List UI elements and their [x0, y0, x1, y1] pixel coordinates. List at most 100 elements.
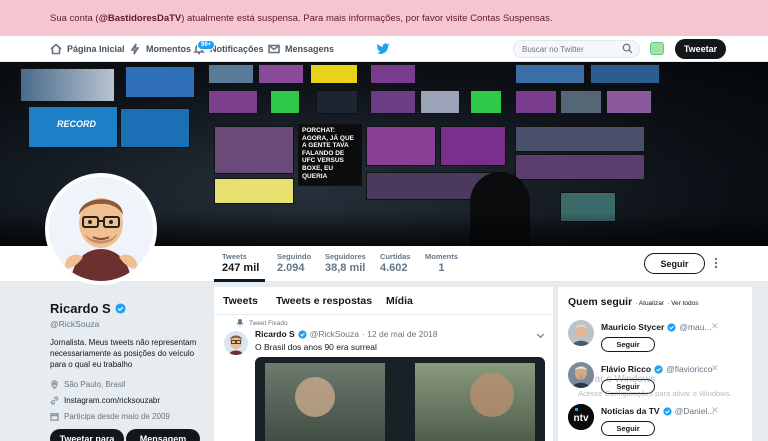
suggestion-follow-button[interactable]: Seguir: [601, 337, 655, 352]
avatar-illustration: [49, 177, 153, 281]
profile-name: Ricardo S: [50, 301, 126, 316]
tab-tweets[interactable]: Tweets: [223, 295, 258, 307]
banner-caption-line: AGORA, JÁ QUE: [302, 134, 355, 142]
nav-home-label: Página Inicial: [67, 44, 125, 54]
suggestion-handle[interactable]: @flavioricco: [666, 364, 712, 374]
profile-joined-text: Participa desde maio de 2009: [64, 412, 170, 421]
dismiss-icon[interactable]: ✕: [711, 363, 719, 374]
banner-caption-line: FALANDO DE: [302, 149, 345, 157]
stat-label: Curtidas: [380, 252, 411, 261]
suggestion-handle[interactable]: @mau...: [679, 322, 711, 332]
stat-moments[interactable]: Moments 1: [425, 252, 458, 274]
nav-moments[interactable]: Momentos: [129, 36, 191, 62]
suggestion-name[interactable]: Mauricio Stycer: [601, 322, 664, 332]
banner-monitor: [440, 126, 506, 166]
more-options-icon[interactable]: [714, 256, 718, 270]
tweet-author-handle[interactable]: @RickSouza: [310, 329, 359, 339]
suspension-alert: Sua conta (@BastidoresDaTV) atualmente e…: [0, 0, 768, 36]
twitter-bird-icon[interactable]: [376, 42, 390, 56]
banner-monitor: [420, 90, 460, 114]
nav-messages[interactable]: Mensagens: [268, 36, 334, 62]
dismiss-icon[interactable]: ✕: [711, 405, 719, 416]
nav-messages-label: Mensagens: [285, 44, 335, 54]
message-button[interactable]: Mensagem: [126, 429, 200, 441]
tweet-avatar[interactable]: [224, 331, 248, 355]
tweet-header: Ricardo S @RickSouza · 12 de mai de 2018: [255, 329, 438, 339]
suggestion-name-row: Mauricio Stycer @mau...: [601, 322, 712, 332]
verified-badge-icon: [667, 322, 676, 332]
verified-badge-icon: [298, 329, 307, 339]
banner-monitor: [208, 90, 258, 114]
banner-caption-line: BOXE, EU: [302, 164, 334, 172]
link-icon: [50, 396, 59, 405]
banner-monitor: [310, 64, 358, 84]
profile-joined: Participa desde maio de 2009: [50, 412, 170, 421]
nav-notifications-label: Notificações: [210, 44, 264, 54]
suggestion-follow-button[interactable]: Seguir: [601, 421, 655, 436]
banner-monitor: [214, 178, 294, 204]
refresh-link[interactable]: · Atualizar: [635, 300, 664, 307]
tweet-author-name[interactable]: Ricardo S: [255, 329, 295, 339]
alert-handle[interactable]: @BastidoresDaTV: [99, 13, 182, 24]
alert-suffix[interactable]: ) atualmente está suspensa. Para mais in…: [181, 13, 552, 24]
search-icon[interactable]: [622, 43, 633, 54]
suggestion-name[interactable]: Notícias da TV: [601, 406, 660, 416]
stat-label: Tweets: [222, 252, 247, 261]
search-input[interactable]: [513, 40, 640, 58]
tweet-date[interactable]: · 12 de mai de 2018: [362, 329, 438, 339]
banner-caption-screen: PORCHAT: AGORA, JÁ QUE A GENTE TAVA FALA…: [298, 124, 362, 186]
banner-monitor: [316, 90, 358, 114]
tweet-to-button[interactable]: Tweetar para: [50, 429, 124, 441]
profile-website[interactable]: Instagram.com/ricksouzabr: [50, 396, 160, 405]
suggestion-avatar[interactable]: [568, 320, 594, 346]
banner-monitor: [125, 66, 195, 98]
suggestion-handle[interactable]: @Daniel...: [675, 406, 715, 416]
suggestion-avatar[interactable]: ntv: [568, 404, 594, 430]
banner-monitor: [370, 64, 416, 84]
calendar-icon: [50, 412, 59, 421]
lightning-icon: [130, 43, 140, 55]
nav-home[interactable]: Página Inicial: [50, 36, 125, 62]
suggestion-name[interactable]: Flávio Ricco: [601, 364, 651, 374]
active-stat-underline: [214, 279, 265, 282]
tab-media[interactable]: Mídia: [386, 295, 413, 307]
stat-followers[interactable]: Seguidores 38,8 mil: [325, 252, 366, 274]
media-person-left: [295, 377, 335, 417]
banner-monitor: [590, 64, 660, 84]
profile-handle[interactable]: @RickSouza: [50, 319, 99, 329]
pinned-label-text: Tweet Fixado: [249, 319, 288, 327]
stat-likes[interactable]: Curtidas 4.602: [380, 252, 410, 274]
profile-website-text[interactable]: Instagram.com/ricksouzabr: [64, 396, 160, 405]
view-all-link[interactable]: · Ver todos: [667, 300, 698, 307]
banner-monitor: [120, 108, 190, 148]
stat-value: 247 mil: [222, 262, 260, 274]
stat-following[interactable]: Seguindo 2.094: [277, 252, 311, 274]
stat-value: 2.094: [277, 262, 305, 274]
tweet-text: O Brasil dos anos 90 era surreal: [255, 342, 377, 352]
stat-tweets[interactable]: Tweets 247 mil: [222, 252, 259, 274]
tweet-media[interactable]: [255, 357, 545, 441]
banner-monitor: [258, 64, 304, 84]
dismiss-icon[interactable]: ✕: [711, 321, 719, 332]
location-pin-icon: [51, 380, 58, 389]
envelope-icon: [268, 44, 280, 54]
account-avatar[interactable]: [650, 42, 664, 55]
tweet-button[interactable]: Tweetar: [675, 39, 726, 59]
pin-icon: [236, 319, 244, 327]
timeline-tabs: Tweets Tweets e respostas Mídia: [214, 287, 553, 315]
suggestion-avatar-photo: [572, 324, 590, 346]
alert-prefix: Sua conta (: [50, 13, 99, 24]
pinned-label: Tweet Fixado: [236, 319, 288, 327]
tab-tweets-and-replies[interactable]: Tweets e respostas: [276, 295, 372, 307]
tweet-avatar-illustration: [229, 335, 243, 355]
follow-button[interactable]: Seguir: [644, 253, 705, 274]
stat-label: Seguidores: [325, 252, 366, 261]
stat-label: Moments: [425, 252, 458, 261]
profile-location: São Paulo, Brasil: [50, 380, 125, 389]
profile-name-text: Ricardo S: [50, 301, 111, 316]
banner-monitor: [606, 90, 652, 114]
banner-monitor: [370, 90, 416, 114]
banner-monitor: [270, 90, 300, 114]
chevron-down-icon[interactable]: [536, 331, 545, 340]
profile-avatar[interactable]: [45, 173, 157, 285]
